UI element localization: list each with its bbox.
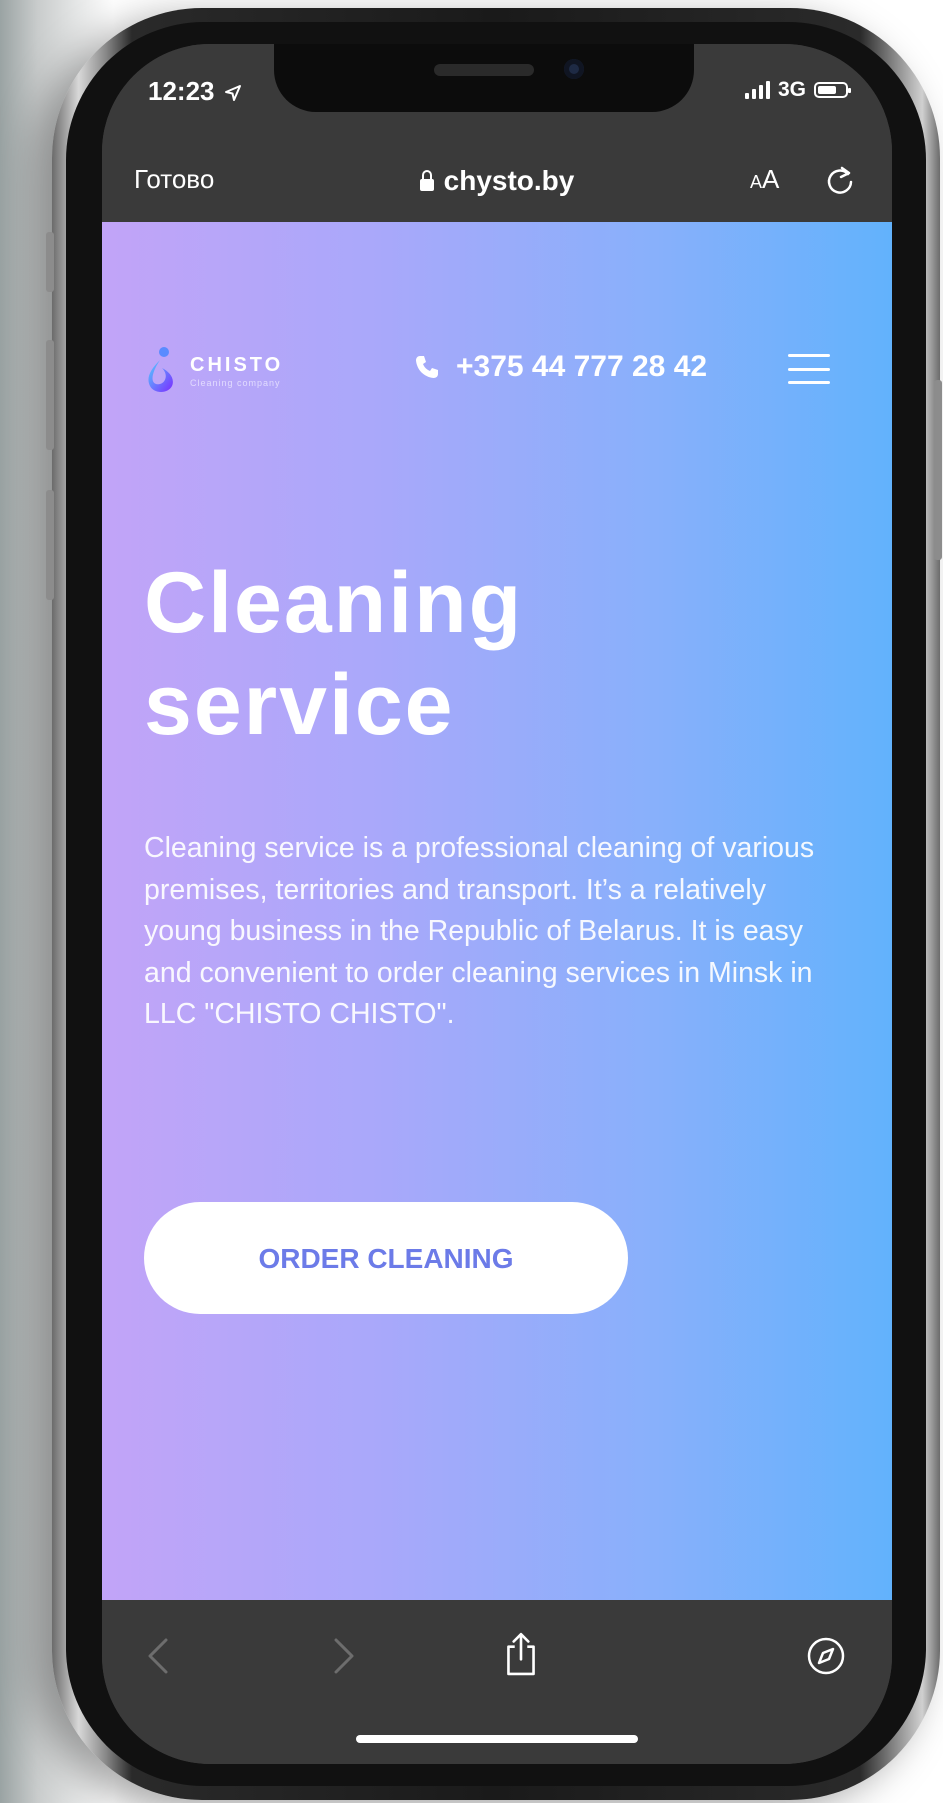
order-cleaning-button[interactable]: ORDER CLEANING [144,1202,628,1314]
reload-icon[interactable] [820,160,860,200]
mute-switch [46,232,54,292]
lock-icon [419,170,434,191]
notch [274,44,694,112]
power-button [934,380,942,560]
browser-address-bar: Готово chysto.by AA [102,144,892,222]
browser-toolbar [102,1600,892,1764]
logo-subtitle: Cleaning company [190,377,281,388]
hamburger-menu-icon[interactable] [788,354,830,384]
url-text: chysto.by [443,165,575,196]
signal-strength-icon [744,81,770,99]
home-indicator[interactable] [356,1735,638,1743]
location-arrow-icon [224,85,241,102]
hero-description: Cleaning service is a professional clean… [144,832,815,1030]
hero-title: Cleaning service [144,555,524,753]
compass-icon[interactable] [804,1634,848,1678]
status-time: 12:23 [148,76,242,107]
clock: 12:23 [148,76,215,106]
chevron-left-icon[interactable] [138,1634,182,1678]
network-type: 3G [777,78,806,101]
battery-icon [814,82,851,98]
volume-up-button [46,340,54,450]
logo-droplet-icon [148,347,173,392]
phone-screen: 12:23 3G Готово chysto.by AA CHISTO Clea… [102,44,892,1764]
earpiece-speaker [434,64,534,76]
phone-number: +375 44 777 28 42 [456,350,708,383]
web-page: CHISTO Cleaning company +375 44 777 28 4… [102,222,892,1600]
site-logo[interactable]: CHISTO Cleaning company [140,346,283,396]
logo-name: CHISTO [190,353,284,376]
chevron-right-icon[interactable] [320,1634,364,1678]
phone-link[interactable]: +375 44 777 28 42 [414,350,707,384]
status-bar: 12:23 3G [102,44,892,144]
front-camera [564,59,584,79]
status-indicators: 3G [744,78,851,102]
phone-icon [416,356,438,378]
volume-down-button [46,490,54,600]
text-size-small-a: A [750,172,763,192]
share-icon[interactable] [498,1628,544,1678]
text-size-large-a: A [762,164,780,194]
text-size-button[interactable]: AA [750,164,779,195]
